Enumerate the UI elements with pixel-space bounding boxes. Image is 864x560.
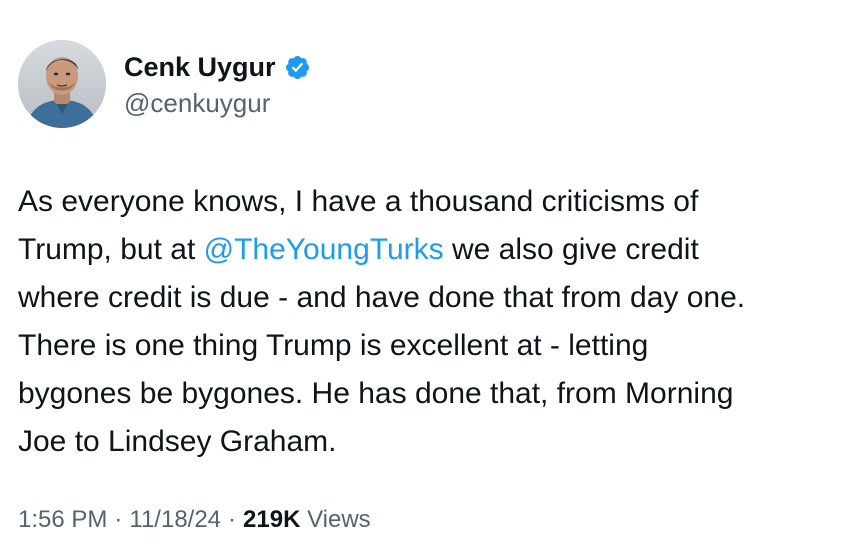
author-handle[interactable]: @cenkuygur bbox=[124, 88, 270, 119]
tweet-line: Trump, but at @TheYoungTurks we also giv… bbox=[18, 226, 848, 274]
tweet-text-segment: As everyone knows, I have a thousand cri… bbox=[18, 185, 699, 218]
views-label: Views bbox=[307, 506, 371, 533]
tweet-line: where credit is due - and have done that… bbox=[18, 274, 848, 322]
meta-separator: · bbox=[228, 506, 237, 533]
tweet-text-segment: There is one thing Trump is excellent at… bbox=[18, 329, 649, 362]
tweet-time[interactable]: 1:56 PM bbox=[18, 506, 107, 533]
verified-badge-icon[interactable] bbox=[284, 54, 311, 81]
tweet-line: bygones be bygones. He has done that, fr… bbox=[18, 370, 848, 418]
author-display-name[interactable]: Cenk Uygur bbox=[124, 52, 276, 83]
tweet-text: As everyone knows, I have a thousand cri… bbox=[18, 178, 848, 466]
tweet-line: Joe to Lindsey Graham. bbox=[18, 418, 848, 466]
tweet-text-segment: Trump, but at bbox=[18, 233, 204, 266]
mention-link[interactable]: @TheYoungTurks bbox=[204, 233, 444, 266]
avatar-photo bbox=[18, 40, 106, 128]
tweet-text-segment: bygones be bygones. He has done that, fr… bbox=[18, 377, 734, 410]
tweet-text-segment: we also give credit bbox=[443, 233, 699, 266]
tweet-card: Cenk Uygur @cenkuygur As everyone knows,… bbox=[0, 0, 864, 560]
tweet-line: There is one thing Trump is excellent at… bbox=[18, 322, 848, 370]
tweet-date[interactable]: 11/18/24 bbox=[129, 506, 221, 533]
avatar[interactable] bbox=[18, 40, 106, 128]
author-name-row: Cenk Uygur bbox=[124, 50, 311, 84]
meta-separator: · bbox=[114, 506, 123, 533]
tweet-text-segment: where credit is due - and have done that… bbox=[18, 281, 746, 314]
tweet-line: As everyone knows, I have a thousand cri… bbox=[18, 178, 848, 226]
tweet-text-segment: Joe to Lindsey Graham. bbox=[18, 425, 337, 458]
tweet-meta: 1:56 PM · 11/18/24 · 219K Views bbox=[18, 506, 371, 534]
views-count[interactable]: 219K bbox=[243, 506, 300, 533]
